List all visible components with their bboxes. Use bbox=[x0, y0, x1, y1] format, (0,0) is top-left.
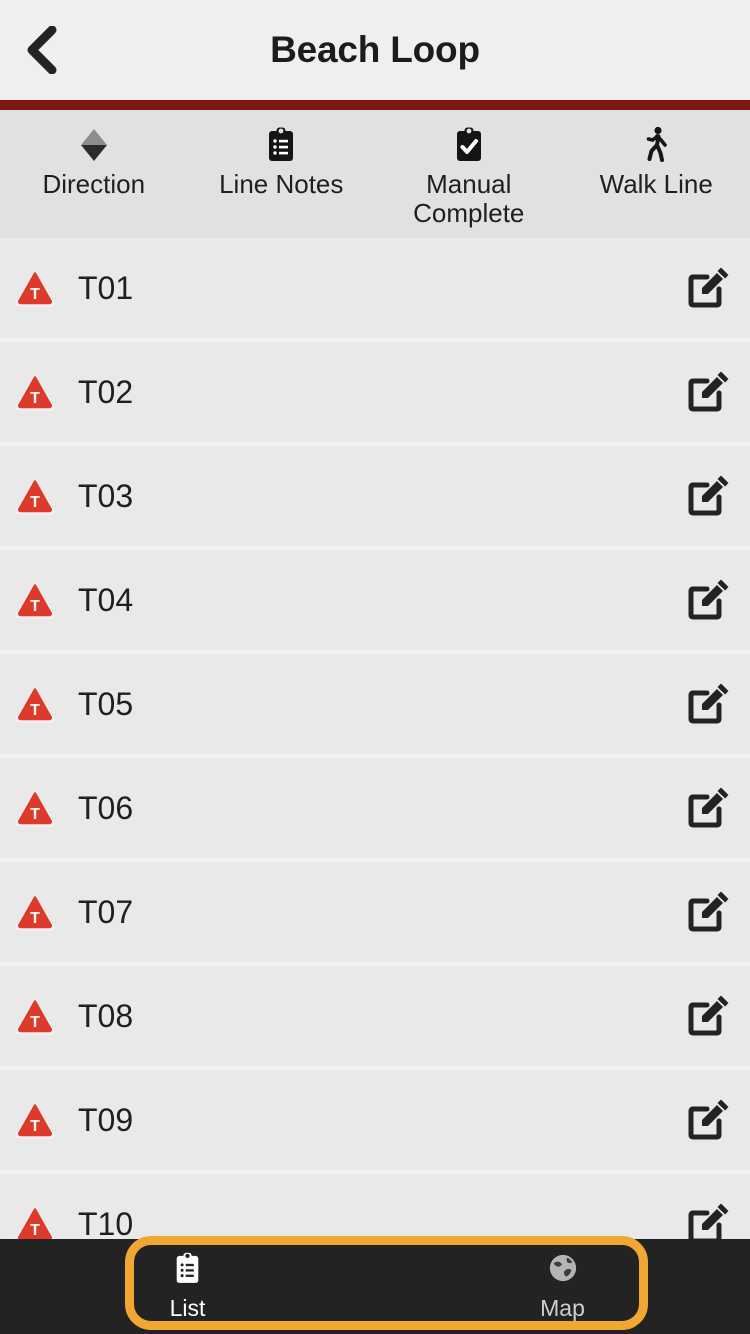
edit-pencil-square-icon[interactable] bbox=[684, 992, 732, 1040]
edit-pencil-square-icon[interactable] bbox=[684, 472, 732, 520]
row-label: T04 bbox=[78, 581, 134, 618]
edit-pencil-square-icon[interactable] bbox=[684, 368, 732, 416]
table-row[interactable]: T T03 bbox=[0, 446, 750, 546]
header-accent-rule bbox=[0, 100, 750, 110]
toolbar-label-walk-line: Walk Line bbox=[599, 169, 713, 199]
table-row[interactable]: T T01 bbox=[0, 238, 750, 338]
warning-triangle-t-icon: T bbox=[14, 1099, 56, 1141]
edit-pencil-square-icon[interactable] bbox=[684, 1096, 732, 1144]
table-row[interactable]: T T07 bbox=[0, 862, 750, 962]
svg-text:T: T bbox=[30, 702, 40, 719]
row-label: T07 bbox=[78, 893, 134, 930]
edit-pencil-square-icon[interactable] bbox=[684, 1200, 732, 1239]
svg-text:T: T bbox=[30, 1222, 40, 1239]
tab-label-list: List bbox=[169, 1295, 206, 1321]
warning-triangle-t-icon: T bbox=[14, 787, 56, 829]
svg-text:T: T bbox=[30, 286, 40, 303]
row-label: T05 bbox=[78, 685, 134, 722]
warning-triangle-t-icon: T bbox=[14, 371, 56, 413]
toolbar-item-walk-line[interactable]: Walk Line bbox=[563, 110, 750, 238]
table-row[interactable]: T T10 bbox=[0, 1174, 750, 1239]
edit-pencil-square-icon[interactable] bbox=[684, 576, 732, 624]
row-label: T09 bbox=[78, 1101, 134, 1138]
table-row[interactable]: T T09 bbox=[0, 1070, 750, 1170]
toolbar-label-line-notes: Line Notes bbox=[219, 169, 344, 199]
row-label: T03 bbox=[78, 477, 134, 514]
action-toolbar: Direction Line Notes Manual Complete Wal… bbox=[0, 110, 750, 238]
chevron-left-icon bbox=[27, 26, 57, 74]
table-row[interactable]: T T08 bbox=[0, 966, 750, 1066]
diamond-direction-icon bbox=[80, 126, 108, 164]
edit-pencil-square-icon[interactable] bbox=[684, 680, 732, 728]
svg-text:T: T bbox=[30, 1118, 40, 1135]
edit-pencil-square-icon[interactable] bbox=[684, 888, 732, 936]
table-row[interactable]: T T04 bbox=[0, 550, 750, 650]
edit-pencil-square-icon[interactable] bbox=[684, 784, 732, 832]
page-title: Beach Loop bbox=[270, 29, 480, 70]
globe-icon bbox=[548, 1251, 578, 1285]
warning-triangle-t-icon: T bbox=[14, 683, 56, 725]
warning-triangle-t-icon: T bbox=[14, 579, 56, 621]
svg-text:T: T bbox=[30, 390, 40, 407]
warning-triangle-t-icon: T bbox=[14, 1203, 56, 1239]
bottom-tab-bar: List Map bbox=[0, 1239, 750, 1334]
toolbar-label-direction: Direction bbox=[42, 169, 146, 199]
svg-text:T: T bbox=[30, 598, 40, 615]
warning-triangle-t-icon: T bbox=[14, 267, 56, 309]
svg-text:T: T bbox=[30, 494, 40, 511]
tab-map[interactable]: Map bbox=[375, 1239, 750, 1334]
warning-triangle-t-icon: T bbox=[14, 891, 56, 933]
table-row[interactable]: T T02 bbox=[0, 342, 750, 442]
row-label: T10 bbox=[78, 1205, 134, 1240]
svg-text:T: T bbox=[30, 910, 40, 927]
warning-triangle-t-icon: T bbox=[14, 475, 56, 517]
tab-list[interactable]: List bbox=[0, 1239, 375, 1334]
toolbar-item-manual-complete[interactable]: Manual Complete bbox=[375, 110, 563, 238]
row-label: T02 bbox=[78, 373, 134, 410]
clipboard-list-icon bbox=[266, 126, 296, 164]
svg-text:T: T bbox=[30, 1014, 40, 1031]
app-header: Beach Loop bbox=[0, 0, 750, 100]
edit-pencil-square-icon[interactable] bbox=[684, 264, 732, 312]
row-label: T01 bbox=[78, 269, 134, 306]
stop-list[interactable]: T T01 T T02 T T03 T T04 T T05 T T06 T T0… bbox=[0, 238, 750, 1239]
row-label: T08 bbox=[78, 997, 134, 1034]
svg-text:T: T bbox=[30, 806, 40, 823]
tab-label-map: Map bbox=[540, 1295, 585, 1321]
warning-triangle-t-icon: T bbox=[14, 995, 56, 1037]
table-row[interactable]: T T05 bbox=[0, 654, 750, 754]
back-button[interactable] bbox=[12, 22, 68, 78]
toolbar-item-line-notes[interactable]: Line Notes bbox=[188, 110, 376, 238]
clipboard-check-icon bbox=[454, 126, 484, 164]
clipboard-list-icon bbox=[174, 1251, 201, 1285]
walking-person-icon bbox=[642, 126, 670, 164]
row-label: T06 bbox=[78, 789, 134, 826]
toolbar-label-manual-complete: Manual Complete bbox=[413, 169, 525, 228]
toolbar-item-direction[interactable]: Direction bbox=[0, 110, 188, 238]
table-row[interactable]: T T06 bbox=[0, 758, 750, 858]
